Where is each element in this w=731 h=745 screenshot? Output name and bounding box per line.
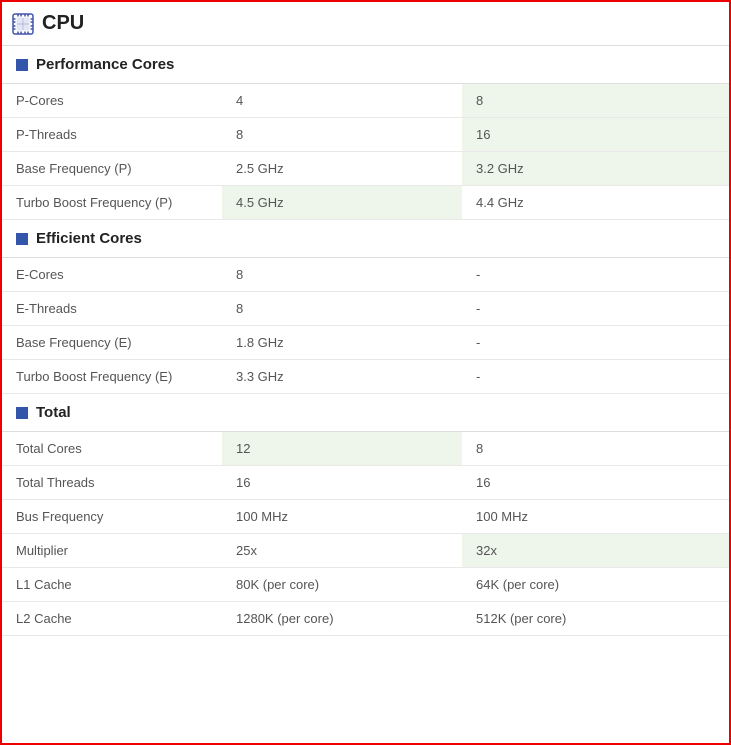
row-value-2: 32x xyxy=(462,534,729,568)
section-indicator-performance xyxy=(16,59,28,71)
efficient-cores-header: Efficient Cores xyxy=(2,220,729,258)
row-value-1: 8 xyxy=(222,118,462,152)
table-row: P-Threads816 xyxy=(2,118,729,152)
table-row: L1 Cache80K (per core)64K (per core) xyxy=(2,568,729,602)
row-value-2: 8 xyxy=(462,84,729,118)
row-label: Turbo Boost Frequency (E) xyxy=(2,360,222,394)
table-row: Total Threads1616 xyxy=(2,466,729,500)
total-table: Total Cores128Total Threads1616Bus Frequ… xyxy=(2,432,729,636)
performance-cores-title: Performance Cores xyxy=(36,56,174,73)
row-value-2: 16 xyxy=(462,118,729,152)
row-label: Bus Frequency xyxy=(2,500,222,534)
row-label: Total Cores xyxy=(2,432,222,466)
row-value-2: 8 xyxy=(462,432,729,466)
row-label: E-Cores xyxy=(2,258,222,292)
row-value-2: 64K (per core) xyxy=(462,568,729,602)
table-row: E-Cores8- xyxy=(2,258,729,292)
row-label: P-Cores xyxy=(2,84,222,118)
row-label: Turbo Boost Frequency (P) xyxy=(2,186,222,220)
row-label: L1 Cache xyxy=(2,568,222,602)
row-value-1: 100 MHz xyxy=(222,500,462,534)
row-value-1: 8 xyxy=(222,292,462,326)
row-value-2: 4.4 GHz xyxy=(462,186,729,220)
row-label: Base Frequency (E) xyxy=(2,326,222,360)
row-value-1: 4 xyxy=(222,84,462,118)
row-value-2: 3.2 GHz xyxy=(462,152,729,186)
row-label: L2 Cache xyxy=(2,602,222,636)
row-value-2: - xyxy=(462,326,729,360)
row-value-2: 100 MHz xyxy=(462,500,729,534)
row-value-2: - xyxy=(462,292,729,326)
table-row: E-Threads8- xyxy=(2,292,729,326)
section-indicator-efficient xyxy=(16,233,28,245)
row-label: Multiplier xyxy=(2,534,222,568)
row-label: Base Frequency (P) xyxy=(2,152,222,186)
cpu-panel: CPU Performance Cores P-Cores48P-Threads… xyxy=(0,0,731,745)
row-value-1: 2.5 GHz xyxy=(222,152,462,186)
page-title: CPU xyxy=(42,12,84,35)
section-indicator-total xyxy=(16,407,28,419)
row-value-1: 12 xyxy=(222,432,462,466)
efficient-cores-title: Efficient Cores xyxy=(36,230,142,247)
row-label: Total Threads xyxy=(2,466,222,500)
panel-header: CPU xyxy=(2,2,729,46)
table-row: Base Frequency (E)1.8 GHz- xyxy=(2,326,729,360)
row-value-1: 3.3 GHz xyxy=(222,360,462,394)
table-row: Multiplier25x32x xyxy=(2,534,729,568)
row-value-1: 1280K (per core) xyxy=(222,602,462,636)
row-value-2: 512K (per core) xyxy=(462,602,729,636)
table-row: L2 Cache1280K (per core)512K (per core) xyxy=(2,602,729,636)
row-value-1: 16 xyxy=(222,466,462,500)
row-label: P-Threads xyxy=(2,118,222,152)
row-value-1: 80K (per core) xyxy=(222,568,462,602)
table-row: Turbo Boost Frequency (E)3.3 GHz- xyxy=(2,360,729,394)
row-label: E-Threads xyxy=(2,292,222,326)
row-value-2: - xyxy=(462,360,729,394)
performance-cores-header: Performance Cores xyxy=(2,46,729,84)
performance-cores-table: P-Cores48P-Threads816Base Frequency (P)2… xyxy=(2,84,729,220)
table-row: Turbo Boost Frequency (P)4.5 GHz4.4 GHz xyxy=(2,186,729,220)
table-row: P-Cores48 xyxy=(2,84,729,118)
table-row: Base Frequency (P)2.5 GHz3.2 GHz xyxy=(2,152,729,186)
total-header: Total xyxy=(2,394,729,432)
row-value-1: 8 xyxy=(222,258,462,292)
table-row: Bus Frequency100 MHz100 MHz xyxy=(2,500,729,534)
table-row: Total Cores128 xyxy=(2,432,729,466)
row-value-2: - xyxy=(462,258,729,292)
total-title: Total xyxy=(36,404,71,421)
cpu-icon xyxy=(12,13,34,35)
row-value-2: 16 xyxy=(462,466,729,500)
efficient-cores-table: E-Cores8-E-Threads8-Base Frequency (E)1.… xyxy=(2,258,729,394)
row-value-1: 1.8 GHz xyxy=(222,326,462,360)
row-value-1: 4.5 GHz xyxy=(222,186,462,220)
row-value-1: 25x xyxy=(222,534,462,568)
